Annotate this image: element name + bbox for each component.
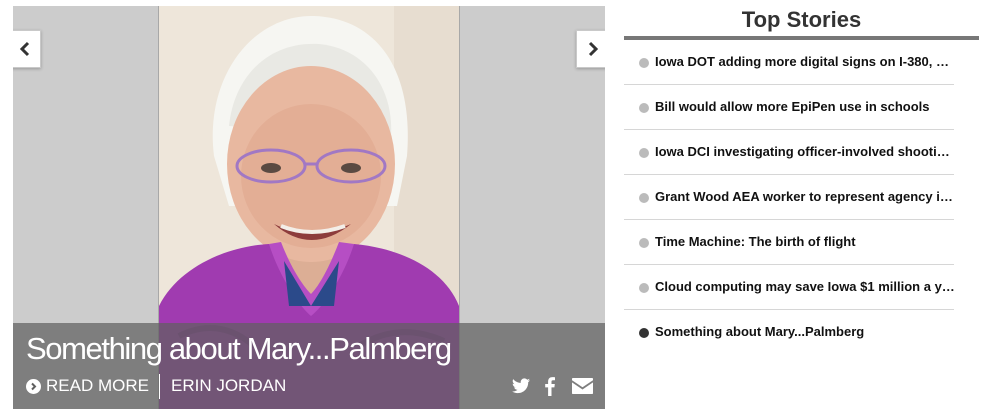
top-stories-title: Top Stories <box>741 7 862 32</box>
story-item[interactable]: Grant Wood AEA worker to represent agenc… <box>624 175 955 220</box>
top-stories-panel: Top Stories Iowa DOT adding more digital… <box>624 0 979 354</box>
bullet-icon <box>639 58 649 68</box>
photo-carousel: Something about Mary...Palmberg READ MOR… <box>13 6 605 409</box>
bullet-icon <box>639 148 649 158</box>
chevron-circle-right-icon <box>26 378 41 394</box>
story-item[interactable]: Iowa DOT adding more digital signs on I-… <box>624 40 955 85</box>
story-item[interactable]: Time Machine: The birth of flight <box>624 220 954 265</box>
story-item[interactable]: Iowa DCI investigating officer-involved … <box>624 130 955 175</box>
story-item[interactable]: Bill would allow more EpiPen use in scho… <box>624 85 954 130</box>
facebook-icon <box>545 376 555 396</box>
bullet-icon <box>639 103 649 113</box>
read-more-label: READ MORE <box>46 376 149 395</box>
email-share-button[interactable] <box>571 375 593 397</box>
story-link[interactable]: Cloud computing may save Iowa $1 million… <box>655 279 955 294</box>
story-link[interactable]: Time Machine: The birth of flight <box>655 234 955 249</box>
twitter-icon <box>511 378 530 394</box>
caption-divider <box>159 374 160 399</box>
active-bullet-icon <box>639 328 649 338</box>
slide-caption: Something about Mary...Palmberg READ MOR… <box>13 323 605 409</box>
envelope-icon <box>571 378 593 394</box>
story-link[interactable]: Iowa DOT adding more digital signs on I-… <box>655 54 955 69</box>
slide-title[interactable]: Something about Mary...Palmberg <box>26 331 452 367</box>
story-item[interactable]: Cloud computing may save Iowa $1 million… <box>624 265 955 310</box>
bullet-icon <box>639 283 649 293</box>
facebook-share-button[interactable] <box>543 375 557 397</box>
story-item[interactable]: Something about Mary...Palmberg <box>624 310 954 354</box>
author-name: ERIN JORDAN <box>171 376 287 395</box>
carousel-prev-button[interactable] <box>13 30 41 68</box>
chevron-right-icon <box>588 41 598 57</box>
story-link[interactable]: Something about Mary...Palmberg <box>655 324 955 339</box>
bullet-icon <box>639 193 649 203</box>
twitter-share-button[interactable] <box>511 375 531 397</box>
carousel-next-button[interactable] <box>576 30 605 68</box>
read-more-link[interactable]: READ MORE <box>26 376 149 396</box>
bullet-icon <box>639 238 649 248</box>
story-link[interactable]: Grant Wood AEA worker to represent agenc… <box>655 189 955 204</box>
story-link[interactable]: Bill would allow more EpiPen use in scho… <box>655 99 955 114</box>
chevron-left-icon <box>19 41 29 57</box>
story-link[interactable]: Iowa DCI investigating officer-involved … <box>655 144 955 159</box>
top-stories-list: Iowa DOT adding more digital signs on I-… <box>624 40 979 354</box>
